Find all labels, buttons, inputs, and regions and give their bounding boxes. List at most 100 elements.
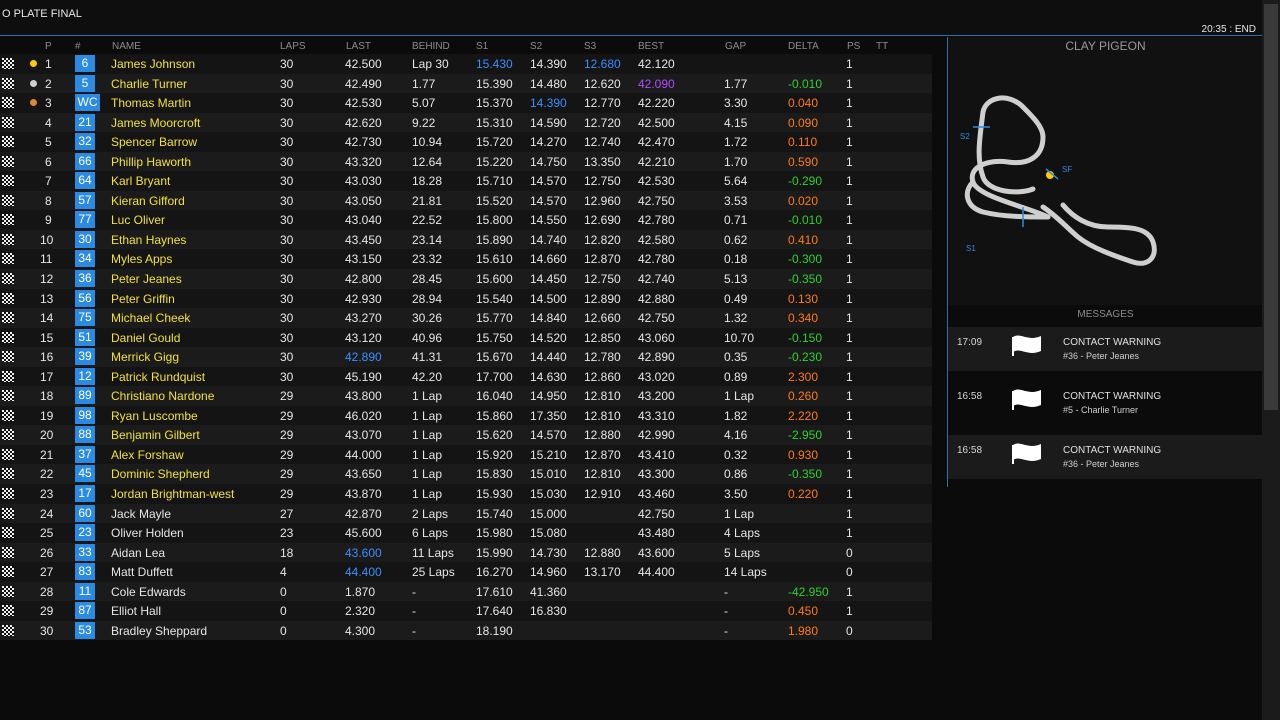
cell-name: Merrick Gigg: [111, 350, 180, 365]
cell-ps: 1: [846, 252, 853, 267]
cell-last: 43.650: [345, 467, 382, 482]
cell-gap: 0.32: [724, 447, 748, 462]
col-header-s1[interactable]: S1: [476, 41, 488, 52]
cell-behind: -: [412, 623, 416, 638]
table-row[interactable]: 33 26 Aidan Lea 18 43.600 11 Laps 15.990 14.730…: [0, 542, 932, 563]
col-header-laps[interactable]: LAPS: [280, 41, 306, 52]
cell-gap: 5 Laps: [724, 545, 761, 560]
col-header-delta[interactable]: DELTA: [788, 41, 819, 52]
car-number-badge: WC: [75, 94, 100, 112]
table-row[interactable]: 83 27 Matt Duffett 4 44.400 25 Laps 16.270 14.9…: [0, 562, 932, 582]
col-header-gap[interactable]: GAP: [725, 41, 746, 52]
cell-pos: 2: [45, 76, 52, 91]
col-header-best[interactable]: BEST: [638, 41, 664, 52]
col-header-p[interactable]: P: [45, 41, 52, 52]
col-header-name[interactable]: NAME: [112, 41, 141, 52]
cell-behind: 9.22: [412, 115, 436, 130]
table-row[interactable]: 17 23 Jordan Brightman-west 29 43.870 1 Lap 15…: [0, 484, 932, 504]
cell-ps: 1: [846, 115, 853, 130]
scrollbar-thumb[interactable]: [1264, 4, 1278, 410]
table-row[interactable]: 89 18 Christiano Nardone 29 43.800 1 Lap 16.04…: [0, 386, 932, 406]
cell-last: 45.190: [345, 369, 382, 384]
table-row[interactable]: 11 28 Cole Edwards 0 1.870 - 17.610 41.360 - -42.…: [0, 581, 932, 602]
top-bar: O PLATE FINAL 20:35 : END: [0, 0, 1262, 36]
table-row[interactable]: 60 24 Jack Mayle 27 42.870 2 Laps 15.740 15.000…: [0, 503, 932, 524]
table-row[interactable]: 75 14 Michael Cheek 30 43.270 30.26 15.770 14.8…: [0, 308, 932, 328]
cell-s2: 14.570: [530, 193, 567, 208]
cell-last: 43.800: [345, 389, 382, 404]
vertical-scrollbar[interactable]: [1262, 0, 1280, 720]
message-item[interactable]: 16:58 CONTACT WARNING #5 - Charlie Turner: [948, 381, 1263, 425]
cell-name: Thomas Martin: [111, 96, 192, 111]
table-row[interactable]: 45 22 Dominic Shepherd 29 43.650 1 Lap 15.830 1…: [0, 464, 932, 485]
message-item[interactable]: 17:09 CONTACT WARNING #36 - Peter Jeanes: [948, 327, 1263, 371]
cell-name: Daniel Gould: [111, 330, 181, 345]
col-header-s3[interactable]: S3: [584, 41, 596, 52]
table-row[interactable]: 77 9 Luc Oliver 30 43.040 22.52 15.800 14.550 12…: [0, 210, 932, 230]
table-row[interactable]: 12 17 Patrick Rundquist 30 45.190 42.20 17.700…: [0, 366, 932, 387]
cell-s2: 14.730: [530, 545, 567, 560]
cell-name: James Moorcroft: [111, 115, 201, 130]
cell-delta: 0.260: [788, 389, 819, 404]
cell-best: 42.750: [638, 193, 675, 208]
cell-last: 42.800: [345, 272, 382, 287]
table-row[interactable]: 53 30 Bradley Sheppard 0 4.300 - 18.190 - 1.980 0: [0, 620, 932, 641]
car-number-badge: 88: [75, 426, 95, 444]
col-header-last[interactable]: LAST: [346, 41, 371, 52]
col-header-tt[interactable]: TT: [876, 41, 888, 52]
cell-ps: 1: [846, 272, 853, 287]
cell-pos: 3: [45, 96, 52, 111]
car-number-badge: 21: [75, 113, 95, 131]
table-row[interactable]: 39 16 Merrick Gigg 30 42.890 41.31 15.670 14.44…: [0, 347, 932, 367]
cell-pos: 8: [45, 193, 52, 208]
table-row[interactable]: 32 5 Spencer Barrow 30 42.730 10.94 15.720 14.2…: [0, 132, 932, 152]
table-row[interactable]: 87 29 Elliot Hall 0 2.320 - 17.640 16.830 - 0.450…: [0, 601, 932, 621]
cell-behind: Lap 30: [412, 57, 449, 71]
cell-s2: 14.390: [530, 57, 567, 71]
car-number-badge: 37: [75, 445, 95, 463]
cell-gap: -: [724, 623, 728, 638]
table-row[interactable]: 88 20 Benjamin Gilbert 29 43.070 1 Lap 15.620 1…: [0, 425, 932, 445]
cell-ps: 1: [846, 526, 853, 541]
col-header-num[interactable]: #: [75, 41, 81, 52]
table-row[interactable]: 57 8 Kieran Gifford 30 43.050 21.81 15.520 14.5…: [0, 190, 932, 211]
cell-pos: 12: [40, 272, 54, 287]
cell-delta: 2.300: [788, 369, 819, 384]
cell-last: 42.620: [345, 115, 382, 130]
cell-s3: 12.660: [584, 311, 621, 326]
table-row[interactable]: 23 25 Oliver Holden 23 45.600 6 Laps 15.980 15.…: [0, 523, 932, 543]
cell-delta: 0.020: [788, 193, 819, 208]
table-row[interactable]: 34 11 Myles Apps 30 43.150 23.32 15.610 14.660 1…: [0, 249, 932, 270]
table-row[interactable]: 30 10 Ethan Haynes 30 43.450 23.14 15.890 14.74…: [0, 229, 932, 250]
table-row[interactable]: 37 21 Alex Forshaw 29 44.000 1 Lap 15.920 15.21…: [0, 444, 932, 465]
cell-name: Ryan Luscombe: [111, 408, 198, 423]
cell-name: Spencer Barrow: [111, 135, 198, 150]
table-row[interactable]: 5 2 Charlie Turner 30 42.490 1.77 15.390 14.480…: [0, 73, 932, 94]
table-row[interactable]: WC 3 Thomas Martin 30 42.530 5.07 15.370 14.390…: [0, 93, 932, 113]
table-row[interactable]: 51 15 Daniel Gould 30 43.120 40.96 15.750 14.52…: [0, 327, 932, 348]
cell-name: Ethan Haynes: [111, 232, 187, 247]
table-row[interactable]: 6 1 James Johnson 30 42.500 Lap 30 15.430 14.39…: [0, 54, 932, 74]
checkered-flag-icon: [2, 566, 14, 578]
table-row[interactable]: 98 19 Ryan Luscombe 29 46.020 1 Lap 15.860 17.3…: [0, 405, 932, 426]
message-item[interactable]: 16:58 CONTACT WARNING #36 - Peter Jeanes: [948, 435, 1263, 479]
sector-label-s1: S1: [966, 244, 976, 253]
event-title: O PLATE FINAL: [2, 8, 82, 20]
cell-s1: 15.220: [476, 154, 513, 169]
table-row[interactable]: 36 12 Peter Jeanes 30 42.800 28.45 15.600 14.45…: [0, 269, 932, 289]
cell-gap: 0.71: [724, 213, 748, 228]
table-row[interactable]: 56 13 Peter Griffin 30 42.930 28.94 15.540 14.5…: [0, 288, 932, 309]
cell-last: 43.070: [345, 428, 382, 443]
cell-delta: -0.350: [788, 272, 823, 287]
table-row[interactable]: 64 7 Karl Bryant 30 43.030 18.28 15.710 14.570 1…: [0, 171, 932, 191]
col-header-s2[interactable]: S2: [530, 41, 542, 52]
col-header-ps[interactable]: PS: [847, 41, 860, 52]
col-header-behind[interactable]: BEHIND: [412, 41, 450, 52]
cell-pos: 26: [40, 545, 54, 560]
silver-medal-icon: [30, 79, 37, 87]
message-title: CONTACT WARNING: [1063, 337, 1162, 348]
cell-s3: 12.810: [584, 467, 621, 482]
table-row[interactable]: 66 6 Phillip Haworth 30 43.320 12.64 15.220 14.…: [0, 151, 932, 172]
table-row[interactable]: 21 4 James Moorcroft 30 42.620 9.22 15.310 14.5…: [0, 112, 932, 133]
car-number-badge: 51: [75, 328, 95, 346]
